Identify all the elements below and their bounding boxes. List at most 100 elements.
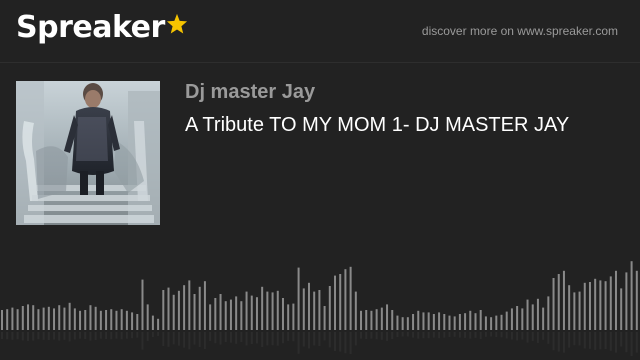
waveform-bar [510, 308, 513, 330]
waveform-bar [115, 310, 118, 330]
waveform-bar [386, 304, 389, 330]
header-bar: Spreaker discover more on www.spreaker.c… [0, 0, 640, 63]
waveform-bar [245, 291, 248, 330]
waveform-reflection [79, 332, 82, 339]
waveform-bar [422, 312, 425, 330]
waveform-bar [224, 301, 227, 330]
waveform-reflection [412, 332, 415, 338]
waveform-bar [438, 312, 441, 330]
waveform-bar [120, 309, 123, 330]
waveform-reflection [365, 332, 368, 339]
waveform-reflection [469, 332, 472, 339]
waveform-reflection [354, 332, 357, 346]
audio-waveform[interactable] [0, 250, 640, 360]
waveform-bar [547, 296, 550, 330]
episode-title: A Tribute TO MY MOM 1- DJ MASTER JAY [185, 114, 570, 136]
waveform-reflection [157, 332, 160, 336]
waveform-bar [157, 318, 160, 330]
waveform-reflection [594, 332, 597, 350]
waveform-bar [146, 304, 149, 330]
waveform-reflection [307, 332, 310, 349]
waveform-bar [188, 280, 191, 330]
spreaker-logo[interactable]: Spreaker [16, 10, 188, 45]
waveform-bar [484, 316, 487, 330]
waveform-reflection [609, 332, 612, 351]
waveform-reflection [484, 332, 487, 337]
waveform-reflection [427, 332, 430, 339]
waveform-reflection [188, 332, 191, 350]
waveform-reflection [281, 332, 284, 344]
waveform-reflection [516, 332, 519, 341]
waveform-reflection [526, 332, 529, 343]
waveform-bar [339, 274, 342, 330]
waveform-bar [172, 294, 175, 330]
waveform-reflection [328, 332, 331, 348]
waveform-bar [151, 315, 154, 330]
waveform-bar [479, 310, 482, 330]
waveform-bar [229, 299, 232, 330]
waveform-reflection [458, 332, 461, 338]
waveform-bar [94, 306, 97, 330]
waveform-reflection [271, 332, 274, 346]
waveform-reflection [266, 332, 269, 346]
waveform-reflection [146, 332, 149, 341]
waveform-reflection [542, 332, 545, 340]
waveform-reflection [370, 332, 373, 339]
waveform-reflection [203, 332, 206, 350]
waveform-reflection [453, 332, 456, 337]
waveform-reflection [32, 332, 35, 341]
waveform-reflection [177, 332, 180, 346]
waveform-reflection [302, 332, 305, 347]
waveform-reflection [58, 332, 61, 341]
waveform-reflection [219, 332, 222, 345]
waveform-reflection [448, 332, 451, 338]
waveform-reflection [375, 332, 378, 340]
waveform-bar [490, 317, 493, 330]
waveform-bar [287, 304, 290, 330]
waveform-reflection [297, 332, 300, 354]
waveform-bar [271, 292, 274, 330]
waveform-reflection [235, 332, 238, 344]
waveform-reflection [625, 332, 628, 353]
waveform-reflection [323, 332, 326, 341]
waveform-reflection [562, 332, 565, 353]
waveform-bar [281, 298, 284, 330]
waveform-bar [203, 281, 206, 330]
waveform-reflection [334, 332, 337, 352]
waveform-bar [469, 310, 472, 330]
author-name[interactable]: Dj master Jay [185, 81, 315, 104]
waveform-reflection [115, 332, 118, 339]
waveform-bar [235, 296, 238, 330]
waveform-bar [578, 291, 581, 330]
waveform-bar [125, 310, 128, 330]
waveform-bar [604, 281, 607, 330]
waveform-bar [73, 308, 76, 330]
waveform-reflection [406, 332, 409, 337]
waveform-bar [609, 276, 612, 330]
waveform-reflection [209, 332, 212, 341]
waveform-bar [516, 306, 519, 330]
waveform-reflection [125, 332, 128, 339]
waveform-bar [99, 310, 102, 330]
waveform-bar [16, 309, 19, 330]
waveform-bar [360, 310, 363, 330]
waveform-bar [573, 292, 576, 330]
waveform-bar [250, 295, 253, 330]
waveform-reflection [521, 332, 524, 340]
waveform-reflection [37, 332, 40, 340]
waveform-bar [110, 309, 113, 330]
waveform-bar [334, 275, 337, 330]
discover-link[interactable]: discover more on www.spreaker.com [422, 24, 618, 38]
waveform-reflection [68, 332, 71, 342]
waveform-bar [214, 298, 217, 330]
waveform-bar [162, 290, 165, 330]
waveform-reflection [245, 332, 248, 346]
waveform-bar [583, 282, 586, 330]
waveform-bar [557, 274, 560, 330]
waveform-reflection [620, 332, 623, 347]
waveform-reflection [6, 332, 9, 340]
waveform-reflection [193, 332, 196, 345]
waveform-reflection [53, 332, 56, 340]
waveform-bar [42, 307, 45, 330]
waveform-bar [68, 302, 71, 330]
